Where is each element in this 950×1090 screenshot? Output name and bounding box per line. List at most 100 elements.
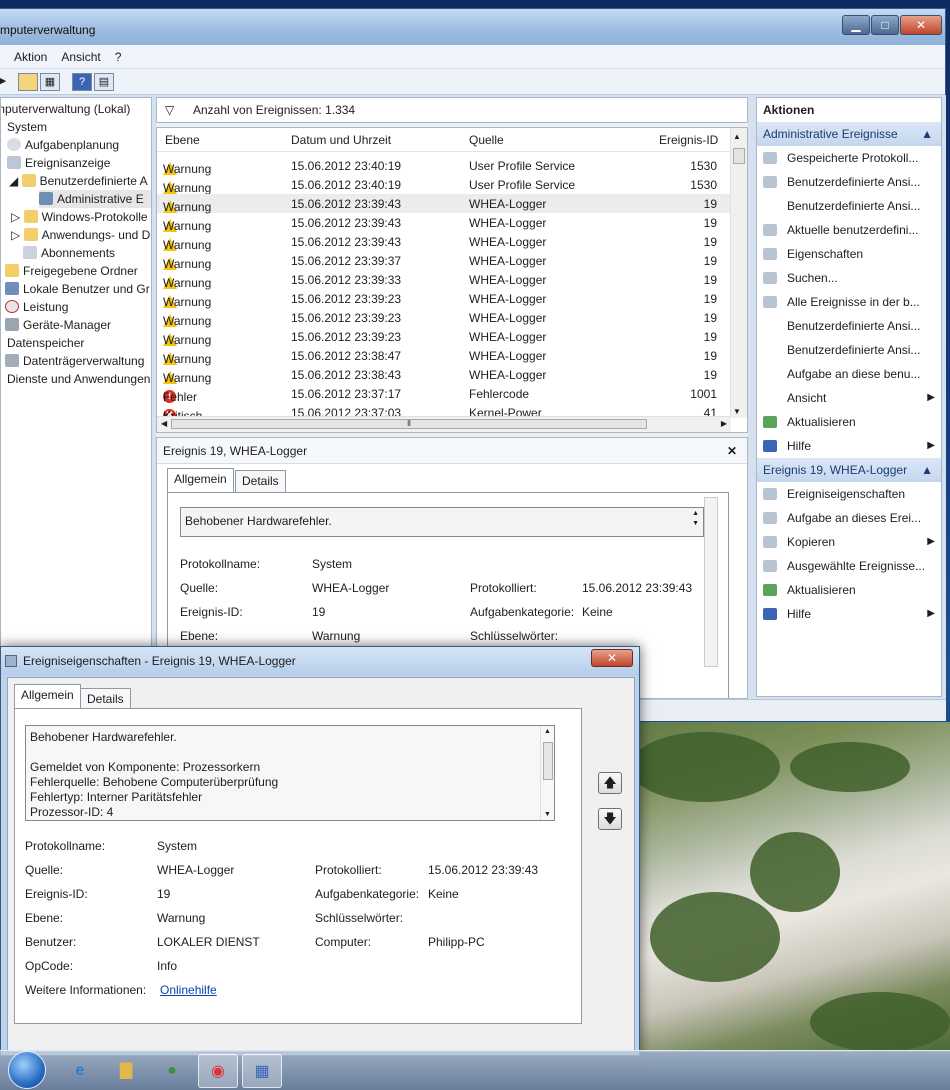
action-label: Aktuelle benutzerdefini... [787, 223, 919, 237]
action-label: Aufgabe an dieses Erei... [787, 511, 922, 525]
dialog-tab-allgemein[interactable]: Allgemein [14, 684, 81, 708]
detail-message-box[interactable]: Behobener Hardwarefehler. ▲ ▼ [180, 507, 704, 537]
event-list-vscrollbar[interactable]: ▲ ▼ [730, 128, 747, 418]
dialog-tab-details[interactable]: Details [80, 688, 131, 710]
show-hide-tree-icon[interactable]: ▦ [40, 73, 60, 91]
tree-item-geraete-manager[interactable]: Geräte-Manager [5, 316, 111, 334]
table-row[interactable]: Warnung 15.06.2012 23:39:43 WHEA-Logger 19 [157, 232, 731, 252]
help-icon[interactable]: ? [72, 73, 92, 91]
column-quelle[interactable]: Quelle [469, 133, 504, 147]
action-item[interactable]: Ansicht ▶ [757, 386, 941, 410]
navigation-tree: mputerverwaltung (Lokal) System Aufgaben… [0, 97, 152, 697]
up-folder-icon[interactable] [18, 73, 38, 91]
tree-item-anwendungs[interactable]: ▷ Anwendungs- und D [11, 226, 150, 244]
table-row[interactable]: Warnung 15.06.2012 23:38:47 WHEA-Logger 19 [157, 346, 731, 366]
action-item[interactable]: Aufgabe an dieses Erei... [757, 506, 941, 530]
action-item[interactable]: Ausgewählte Ereignisse... [757, 554, 941, 578]
tree-item-aufgabenplanung[interactable]: Aufgabenplanung [7, 136, 119, 154]
detail-vscrollbar[interactable] [704, 497, 718, 667]
table-row[interactable]: Warnung 15.06.2012 23:39:43 WHEA-Logger 19 [157, 213, 731, 233]
menu-ansicht[interactable]: Ansicht [61, 50, 100, 64]
table-row[interactable]: Warnung 15.06.2012 23:40:19 User Profile S… [157, 156, 731, 176]
table-row[interactable]: Warnung 15.06.2012 23:39:23 WHEA-Logger 19 [157, 289, 731, 309]
dlg-label-protokollname: Protokollname: [25, 839, 106, 853]
menu-help[interactable]: ? [115, 50, 122, 64]
refresh-icon [763, 584, 777, 596]
tree-item-benutzerdefinierte[interactable]: ◢ Benutzerdefinierte A [9, 172, 148, 190]
table-row[interactable]: Warnung 15.06.2012 23:39:37 WHEA-Logger 19 [157, 251, 731, 271]
action-item[interactable]: Aktuelle benutzerdefini... [757, 218, 941, 242]
column-ereignis-id[interactable]: Ereignis-ID [659, 133, 718, 147]
chrome-icon[interactable]: ◉ [198, 1054, 238, 1088]
action-item[interactable]: Hilfe ▶ [757, 602, 941, 626]
maximize-button[interactable]: □ [871, 15, 899, 35]
start-button[interactable] [8, 1051, 46, 1089]
event-list-hscrollbar[interactable]: ◀ ⦀ ▶ [157, 416, 731, 432]
globe-icon[interactable]: ● [152, 1054, 192, 1088]
action-item[interactable]: Benutzerdefinierte Ansi... [757, 170, 941, 194]
tree-item-administrative[interactable]: Administrative E [39, 190, 151, 208]
menu-aktion[interactable]: Aktion [14, 50, 47, 64]
dialog-close-button[interactable]: ✕ [591, 649, 633, 667]
tree-item-leistung[interactable]: Leistung [5, 298, 68, 316]
tree-item-dienste[interactable]: Dienste und Anwendungen [7, 370, 150, 388]
next-event-button[interactable]: 🡇 [598, 808, 622, 830]
tree-item-lokale-benutzer[interactable]: Lokale Benutzer und Gr [5, 280, 150, 298]
submenu-arrow-icon: ▶ [927, 440, 935, 451]
action-item[interactable]: Benutzerdefinierte Ansi... [757, 194, 941, 218]
previous-event-button[interactable]: 🡅 [598, 772, 622, 794]
tree-item-windows-protokolle[interactable]: ▷ Windows-Protokolle [11, 208, 148, 226]
dialog-message-box[interactable]: Behobener Hardwarefehler. Gemeldet von Ko… [25, 725, 555, 821]
action-item[interactable]: Benutzerdefinierte Ansi... [757, 314, 941, 338]
internet-explorer-icon[interactable]: e [60, 1054, 100, 1088]
tree-item-system[interactable]: System [7, 118, 47, 136]
action-item[interactable]: Aufgabe an diese benu... [757, 362, 941, 386]
action-item[interactable]: Kopieren ▶ [757, 530, 941, 554]
close-button[interactable]: ✕ [900, 15, 942, 35]
action-label: Benutzerdefinierte Ansi... [787, 175, 921, 189]
action-item[interactable]: Eigenschaften [757, 242, 941, 266]
dialog-message-scrollbar[interactable]: ▲ ▼ [540, 726, 554, 820]
tree-item-abonnements[interactable]: Abonnements [23, 244, 115, 262]
tree-item-datenspeicher[interactable]: Datenspeicher [7, 334, 84, 352]
show-hide-action-pane-icon[interactable]: ▤ [94, 73, 114, 91]
close-icon[interactable]: ✕ [727, 438, 737, 464]
action-item[interactable]: Hilfe ▶ [757, 434, 941, 458]
actions-section-event[interactable]: Ereignis 19, WHEA-Logger ▲ [757, 458, 941, 482]
action-item[interactable]: Gespeicherte Protokoll... [757, 146, 941, 170]
actions-section-admin[interactable]: Administrative Ereignisse ▲ [757, 122, 941, 146]
action-item[interactable]: Aktualisieren [757, 410, 941, 434]
table-row[interactable]: ! Fehler 15.06.2012 23:37:17 Fehlercode 1001 [157, 384, 731, 404]
cell-date: 15.06.2012 23:39:37 [291, 254, 402, 268]
action-label: Benutzerdefinierte Ansi... [787, 343, 921, 357]
cell-date: 15.06.2012 23:39:23 [291, 330, 402, 344]
column-datum[interactable]: Datum und Uhrzeit [291, 133, 391, 147]
table-row[interactable]: Warnung 15.06.2012 23:40:19 User Profile S… [157, 175, 731, 195]
table-row[interactable]: Warnung 15.06.2012 23:39:33 WHEA-Logger 19 [157, 270, 731, 290]
column-ebene[interactable]: Ebene [165, 133, 200, 147]
tree-item-root[interactable]: mputerverwaltung (Lokal) [1, 100, 130, 118]
table-row[interactable]: Warnung 15.06.2012 23:38:43 WHEA-Logger 19 [157, 365, 731, 385]
action-item[interactable]: Aktualisieren [757, 578, 941, 602]
onlinehilfe-link[interactable]: Onlinehilfe [160, 983, 217, 997]
tab-allgemein[interactable]: Allgemein [167, 468, 234, 492]
computer-management-taskbar-icon[interactable]: ▦ [242, 1054, 282, 1088]
shared-folder-icon [5, 264, 19, 277]
tree-item-datentraegerverwaltung[interactable]: Datenträgerverwaltung [5, 352, 144, 370]
action-item[interactable]: Suchen... [757, 266, 941, 290]
dialog-titlebar[interactable]: Ereigniseigenschaften - Ereignis 19, WHE… [1, 647, 639, 675]
tab-details[interactable]: Details [235, 470, 286, 492]
tree-item-ereignisanzeige[interactable]: Ereignisanzeige [7, 154, 110, 172]
window-titlebar[interactable]: mputerverwaltung ▁ □ ✕ [0, 9, 945, 45]
action-item[interactable]: Alle Ereignisse in der b... [757, 290, 941, 314]
table-row[interactable]: Warnung 15.06.2012 23:39:43 WHEA-Logger 19 [157, 194, 731, 214]
action-item[interactable]: Benutzerdefinierte Ansi... [757, 338, 941, 362]
explorer-folder-icon[interactable]: ▇ [106, 1054, 146, 1088]
back-arrow-icon[interactable]: ▶ [0, 73, 12, 91]
table-row[interactable]: Warnung 15.06.2012 23:39:23 WHEA-Logger 19 [157, 308, 731, 328]
minimize-button[interactable]: ▁ [842, 15, 870, 35]
tree-item-freigegebene-ordner[interactable]: Freigegebene Ordner [5, 262, 138, 280]
label-protokollname: Protokollname: [180, 557, 261, 571]
table-row[interactable]: Warnung 15.06.2012 23:39:23 WHEA-Logger 19 [157, 327, 731, 347]
action-item[interactable]: Ereigniseigenschaften [757, 482, 941, 506]
